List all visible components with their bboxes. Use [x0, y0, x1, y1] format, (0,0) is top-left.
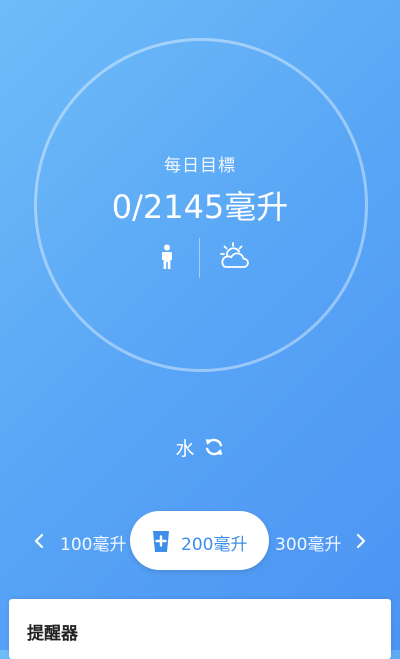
next-amount-button[interactable] [346, 526, 376, 556]
previous-amount-button[interactable] [24, 526, 54, 556]
reminder-card[interactable]: 提醒器 [9, 599, 391, 659]
partly-cloudy-weather-icon[interactable] [218, 242, 250, 272]
amount-option-selected: 200毫升 [181, 535, 248, 555]
person-icon[interactable] [160, 244, 174, 270]
daily-goal-value: 0/2145毫升 [111, 188, 289, 226]
chevron-right-icon [356, 533, 366, 549]
amount-selector: 100毫升 200毫升 300毫升 [0, 510, 400, 572]
daily-goal-label: 每日目標 [164, 156, 236, 176]
add-drink-button[interactable]: 200毫升 [130, 511, 269, 570]
drink-type-selector[interactable]: 水 [0, 434, 400, 460]
chevron-left-icon [34, 533, 44, 549]
water-cup-plus-icon [153, 531, 169, 552]
amount-option-next[interactable]: 300毫升 [275, 530, 341, 555]
profile-weather-row [150, 238, 250, 278]
stat-divider [199, 238, 200, 278]
refresh-icon[interactable] [203, 436, 225, 458]
reminder-title: 提醒器 [27, 624, 78, 644]
amount-option-previous[interactable]: 100毫升 [60, 530, 126, 555]
drink-type-label[interactable]: 水 [175, 434, 194, 461]
